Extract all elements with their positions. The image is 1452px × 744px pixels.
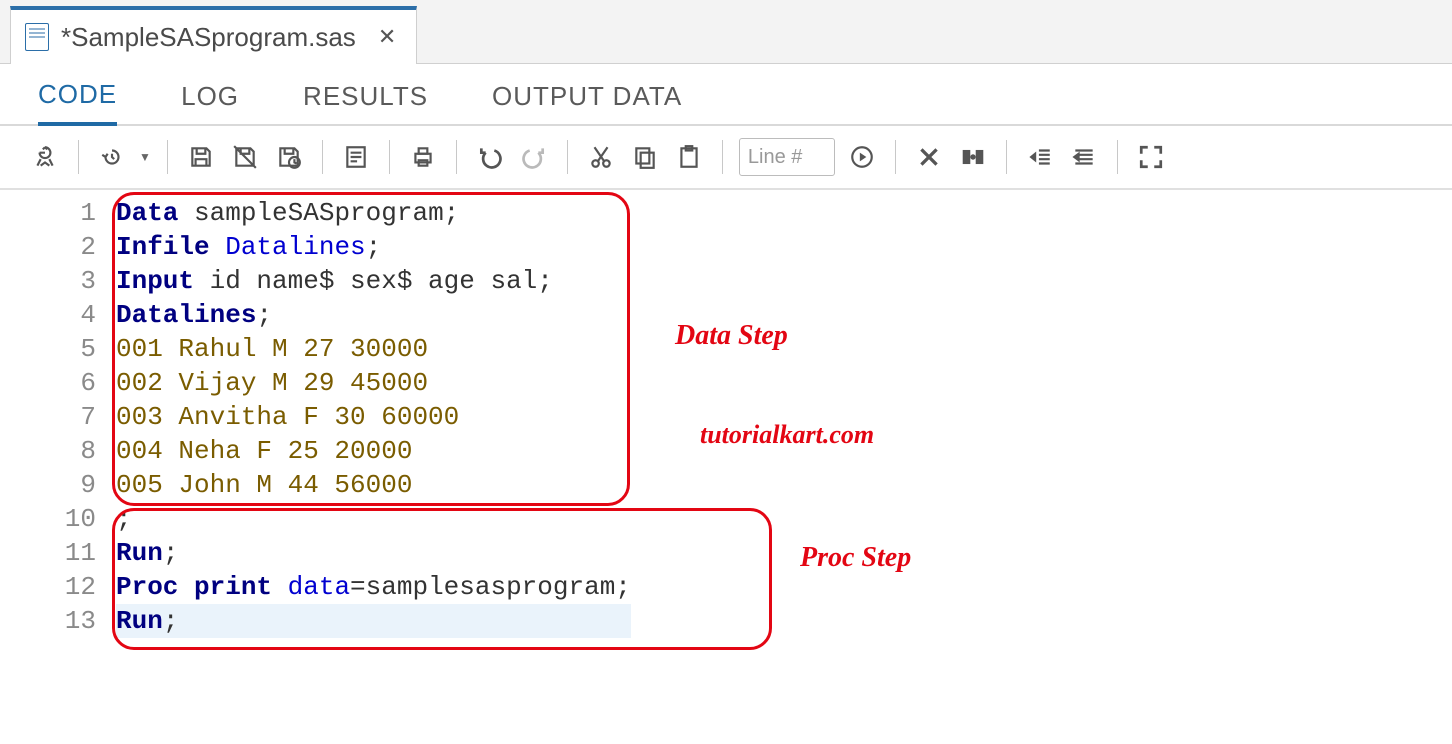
line-number: 11 <box>0 536 96 570</box>
code-line: 004 Neha F 25 20000 <box>116 434 631 468</box>
properties-icon[interactable] <box>339 140 373 174</box>
line-number: 3 <box>0 264 96 298</box>
run-icon[interactable] <box>28 140 62 174</box>
line-number-gutter: 1 2 3 4 5 6 7 8 9 10 11 12 13 <box>0 190 110 638</box>
toolbar-separator <box>1006 140 1007 174</box>
fullscreen-icon[interactable] <box>1134 140 1168 174</box>
code-line: 001 Rahul M 27 30000 <box>116 332 631 366</box>
clear-icon[interactable] <box>912 140 946 174</box>
line-number: 10 <box>0 502 96 536</box>
code-line: Infile Datalines; <box>116 230 631 264</box>
line-number: 5 <box>0 332 96 366</box>
toolbar-separator <box>567 140 568 174</box>
line-number: 12 <box>0 570 96 604</box>
paste-icon[interactable] <box>672 140 706 174</box>
toolbar-separator <box>322 140 323 174</box>
code-line: Datalines; <box>116 298 631 332</box>
toolbar-separator <box>895 140 896 174</box>
toolbar-separator <box>722 140 723 174</box>
code-line: Data sampleSASprogram; <box>116 196 631 230</box>
code-content[interactable]: Data sampleSASprogram; Infile Datalines;… <box>110 190 631 638</box>
find-icon[interactable] <box>956 140 990 174</box>
toolbar-separator <box>78 140 79 174</box>
save-as-icon[interactable] <box>228 140 262 174</box>
code-line: Proc print data=samplesasprogram; <box>116 570 631 604</box>
line-number: 6 <box>0 366 96 400</box>
history-icon[interactable] <box>95 140 129 174</box>
toolbar-separator <box>1117 140 1118 174</box>
tab-results[interactable]: RESULTS <box>303 81 428 124</box>
sas-file-icon <box>25 23 49 51</box>
tab-output-data[interactable]: OUTPUT DATA <box>492 81 682 124</box>
file-tab-strip: *SampleSASprogram.sas ✕ <box>0 0 1452 64</box>
toolbar-separator <box>456 140 457 174</box>
code-line: Run; <box>116 536 631 570</box>
line-number: 2 <box>0 230 96 264</box>
line-number: 8 <box>0 434 96 468</box>
code-line: 003 Anvitha F 30 60000 <box>116 400 631 434</box>
line-number: 4 <box>0 298 96 332</box>
save-snapshot-icon[interactable] <box>272 140 306 174</box>
code-line: 002 Vijay M 29 45000 <box>116 366 631 400</box>
code-editor[interactable]: 1 2 3 4 5 6 7 8 9 10 11 12 13 Data sampl… <box>0 190 1452 638</box>
copy-icon[interactable] <box>628 140 662 174</box>
tab-log[interactable]: LOG <box>181 81 239 124</box>
code-line: Run; <box>116 604 631 638</box>
cut-icon[interactable] <box>584 140 618 174</box>
toolbar-separator <box>389 140 390 174</box>
line-number: 1 <box>0 196 96 230</box>
code-line: 005 John M 44 56000 <box>116 468 631 502</box>
annotation-label-data-step: Data Step <box>675 320 788 352</box>
goto-icon[interactable] <box>845 140 879 174</box>
print-icon[interactable] <box>406 140 440 174</box>
code-line: ; <box>116 502 631 536</box>
watermark-text: tutorialkart.com <box>700 420 874 450</box>
redo-icon[interactable] <box>517 140 551 174</box>
indent-icon[interactable] <box>1023 140 1057 174</box>
line-number: 7 <box>0 400 96 434</box>
annotation-label-proc-step: Proc Step <box>800 542 911 574</box>
toolbar-separator <box>167 140 168 174</box>
save-icon[interactable] <box>184 140 218 174</box>
file-tab[interactable]: *SampleSASprogram.sas ✕ <box>10 6 417 64</box>
line-number: 9 <box>0 468 96 502</box>
close-icon[interactable]: ✕ <box>378 24 396 50</box>
dropdown-caret-icon[interactable]: ▼ <box>139 150 151 164</box>
code-line: Input id name$ sex$ age sal; <box>116 264 631 298</box>
file-tab-title: *SampleSASprogram.sas <box>61 22 356 53</box>
outdent-icon[interactable] <box>1067 140 1101 174</box>
tab-code[interactable]: CODE <box>38 79 117 126</box>
goto-line-input[interactable] <box>739 138 835 176</box>
line-number: 13 <box>0 604 96 638</box>
view-tab-strip: CODE LOG RESULTS OUTPUT DATA <box>0 64 1452 126</box>
undo-icon[interactable] <box>473 140 507 174</box>
editor-toolbar: ▼ <box>0 126 1452 190</box>
